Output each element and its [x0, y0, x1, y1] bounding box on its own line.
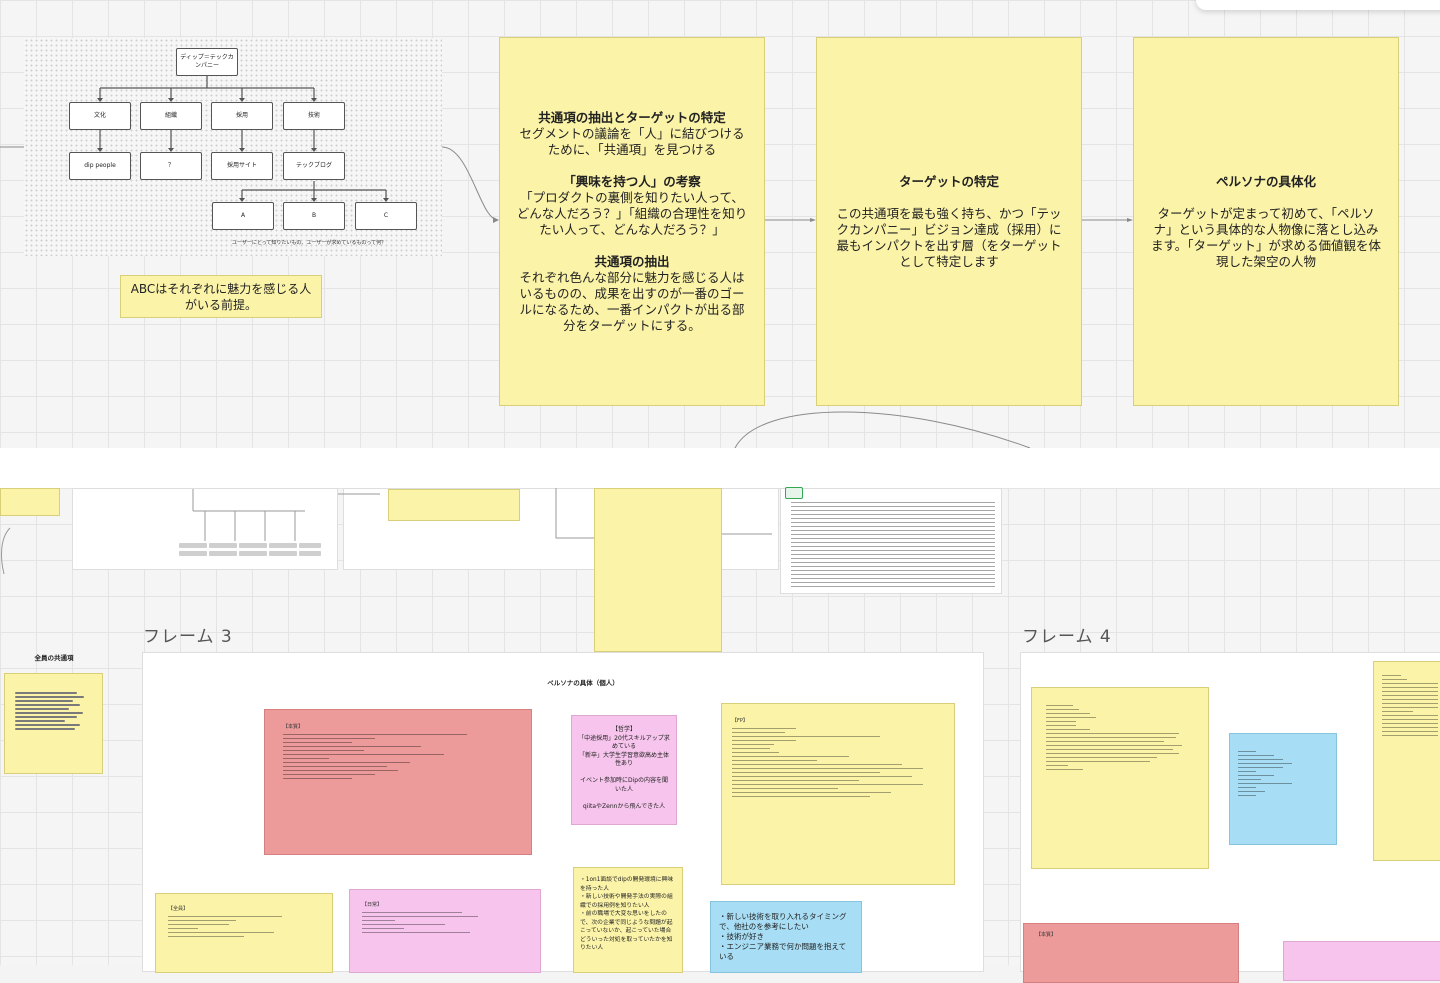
- frame4-blue-sticky[interactable]: [1229, 733, 1337, 845]
- red-sticky-lines: [283, 734, 513, 779]
- red-sticky[interactable]: 【本質】: [264, 709, 532, 855]
- frame4-right-lines: [1382, 675, 1440, 736]
- pink-sticky[interactable]: 【哲学】 「中途採用」20代スキルアップ求めている 「新卒」大学生学習意欲高め主…: [571, 715, 677, 825]
- pink-bottom-title: 【日常】: [362, 902, 383, 908]
- frame4-title[interactable]: フレーム 4: [1022, 622, 1112, 647]
- frame4-right-sticky[interactable]: [1373, 661, 1440, 861]
- yellow-bottom-left-lines: [168, 916, 320, 937]
- sticky1-body2: 「プロダクトの裏側を知りたい人って、どんな人だろう？」「組織の合理性を知りたい人…: [516, 189, 748, 237]
- side-note-title: 全員の共通項: [34, 654, 74, 662]
- yellow-bottom-left-title: 【全員】: [168, 906, 189, 912]
- red-sticky-title: 【本質】: [283, 724, 304, 730]
- side-common-sticky[interactable]: [4, 673, 103, 774]
- pink-bottom-sticky[interactable]: 【日常】: [349, 889, 541, 973]
- sticky-target[interactable]: ターゲットの特定 この共通項を最も強く持ち、かつ「テックカンパニー」ビジョン達成…: [816, 37, 1082, 406]
- sticky1-title1: 共通項の抽出とターゲットの特定: [538, 109, 726, 125]
- fp-sticky[interactable]: 【FP】: [721, 703, 955, 885]
- sticky1-body1: セグメントの議論を「人」に結びつけるために、「共通項」を見つける: [519, 125, 745, 157]
- frame4-yellow-sticky[interactable]: [1031, 687, 1209, 869]
- frame3-heading: ペルソナの具体（個人）: [547, 679, 619, 687]
- sticky3-body: ターゲットが定まって初めて、「ペルソナ」という具体的な人物像に落とし込みます。「…: [1150, 205, 1381, 269]
- bottom-canvas[interactable]: 全員の共通項 フレーム 3 ペルソナの具体（個人） 【本質】 【哲学】 「中途採…: [0, 487, 1440, 983]
- floating-panel[interactable]: [1196, 0, 1440, 10]
- frame4-pink-sticky[interactable]: [1283, 941, 1440, 981]
- frame4-yellow-lines: [1046, 705, 1194, 770]
- blue-sticky[interactable]: ・新しい技術を取り入れるタイミングで、他社のを参考にしたい ・技術が好き ・エン…: [710, 901, 862, 973]
- frame4-red-title: 【本質】: [1036, 932, 1057, 938]
- fp-sticky-title: 【FP】: [732, 718, 748, 724]
- sticky1-body3: それぞれ色んな部分に魅力を感じる人はいるものの、成果を出すのが一番のゴールになる…: [519, 269, 745, 333]
- frame4-blue-lines: [1238, 751, 1328, 796]
- frame3[interactable]: ペルソナの具体（個人） 【本質】 【哲学】 「中途採用」20代スキルアップ求めて…: [142, 652, 984, 973]
- sticky1-title2: 「興味を持つ人」の考察: [563, 173, 701, 189]
- frame4[interactable]: 【本質】: [1020, 652, 1440, 983]
- frame3-title[interactable]: フレーム 3: [143, 622, 233, 647]
- pink-bottom-lines: [362, 912, 528, 933]
- fp-sticky-lines: [732, 728, 944, 797]
- section-divider: [0, 448, 1440, 488]
- top-canvas[interactable]: ディップ＝テックカンパニー 文化 組織 採用 技術 dip people ？ 採…: [0, 0, 1440, 448]
- yellow-center-sticky[interactable]: ・1on1面談でdipの開発環境に興味を持った人 ・新しい技術や開発手法の実際の…: [573, 867, 683, 973]
- sticky1-title3: 共通項の抽出: [594, 253, 670, 269]
- frame4-red-sticky[interactable]: 【本質】: [1023, 923, 1239, 983]
- yellow-bottom-left[interactable]: 【全員】: [155, 893, 333, 973]
- sticky2-body: この共通項を最も強く持ち、かつ「テックカンパニー」ビジョン達成（採用）に最もイン…: [836, 205, 1062, 269]
- sticky2-title: ターゲットの特定: [898, 173, 999, 189]
- sticky-persona[interactable]: ペルソナの具体化 ターゲットが定まって初めて、「ペルソナ」という具体的な人物像に…: [1133, 37, 1399, 406]
- sticky3-title: ペルソナの具体化: [1215, 173, 1316, 189]
- sticky-common-factor[interactable]: 共通項の抽出とターゲットの特定 セグメントの議論を「人」に結びつけるために、「共…: [499, 37, 765, 406]
